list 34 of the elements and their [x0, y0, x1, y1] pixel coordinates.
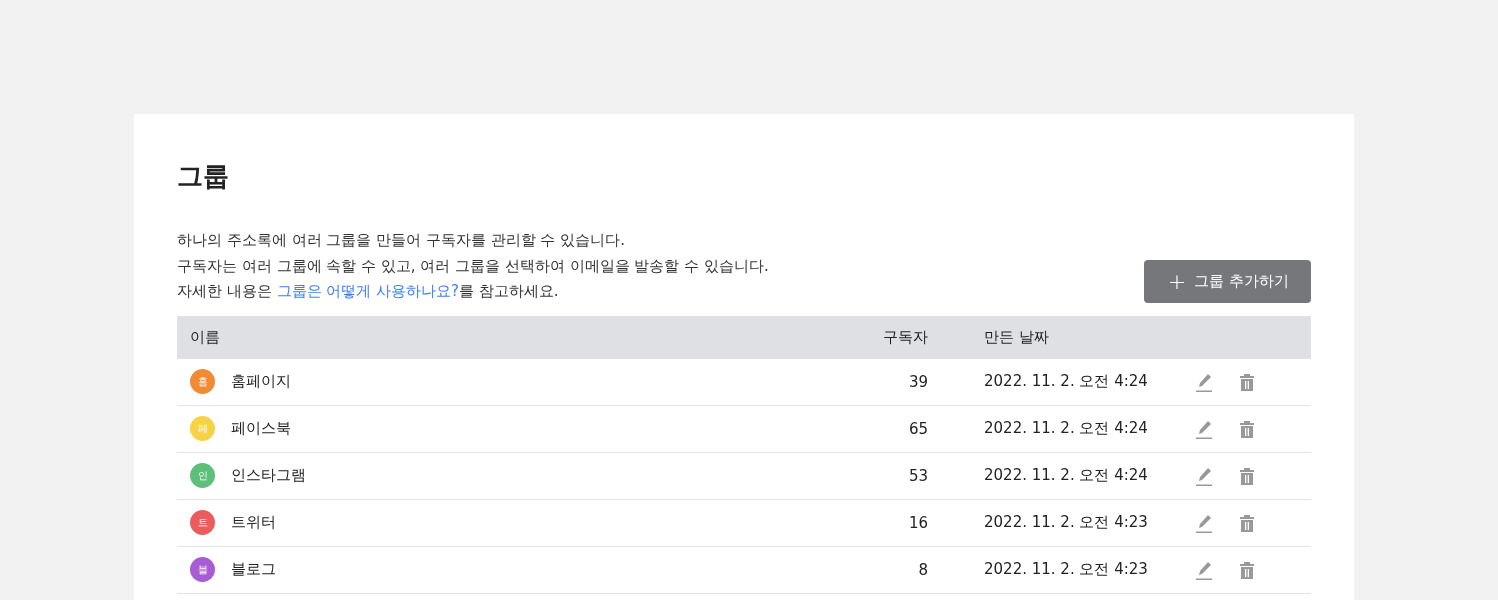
group-avatar: 홈 [190, 369, 215, 394]
subscriber-count: 65 [907, 419, 928, 438]
group-name: 블로그 [231, 560, 276, 579]
trash-icon[interactable] [1240, 466, 1254, 485]
page-title: 그룹 [177, 160, 230, 193]
subscriber-count: 16 [907, 513, 928, 532]
column-header: 이름 [189, 327, 221, 347]
trash-icon[interactable] [1240, 560, 1254, 579]
created-date: 2022. 11. 2. 오전 4:24 [983, 419, 1149, 438]
subscriber-count: 8 [917, 560, 928, 579]
column-header: 구독자 [882, 327, 928, 347]
group-avatar: 페 [190, 416, 215, 441]
group-avatar: 인 [190, 463, 215, 488]
group-name: 인스타그램 [231, 466, 306, 485]
trash-icon[interactable] [1240, 513, 1254, 532]
group-name: 페이스북 [231, 419, 291, 438]
trash-icon[interactable] [1240, 372, 1254, 391]
group-name: 트위터 [231, 513, 276, 532]
help-link[interactable]: 그룹은 어떻게 사용하나요? [276, 282, 460, 300]
trash-icon[interactable] [1240, 419, 1254, 438]
add-group-button[interactable]: + 그룹 추가하기 [1143, 259, 1311, 303]
created-date: 2022. 11. 2. 오전 4:23 [983, 513, 1149, 532]
group-name: 홈페이지 [231, 372, 291, 391]
description-line: 구독자는 여러 그룹에 속할 수 있고, 여러 그룹을 선택하여 이메일을 발송할 수 있습니다. [177, 255, 769, 277]
group-avatar: 트 [190, 510, 215, 535]
created-date: 2022. 11. 2. 오전 4:24 [983, 466, 1149, 485]
subscriber-count: 39 [907, 372, 928, 391]
description-line: 하나의 주소록에 여러 그룹을 만들어 구독자를 관리할 수 있습니다. [177, 230, 626, 251]
subscriber-count: 53 [907, 466, 928, 485]
created-date: 2022. 11. 2. 오전 4:23 [983, 560, 1149, 579]
description-line: 자세한 내용은 그룹은 어떻게 사용하나요?를 참고하세요. [177, 281, 560, 302]
created-date: 2022. 11. 2. 오전 4:24 [983, 372, 1149, 391]
group-avatar: 블 [190, 557, 215, 582]
column-header: 만든 날짜 [983, 327, 1050, 347]
